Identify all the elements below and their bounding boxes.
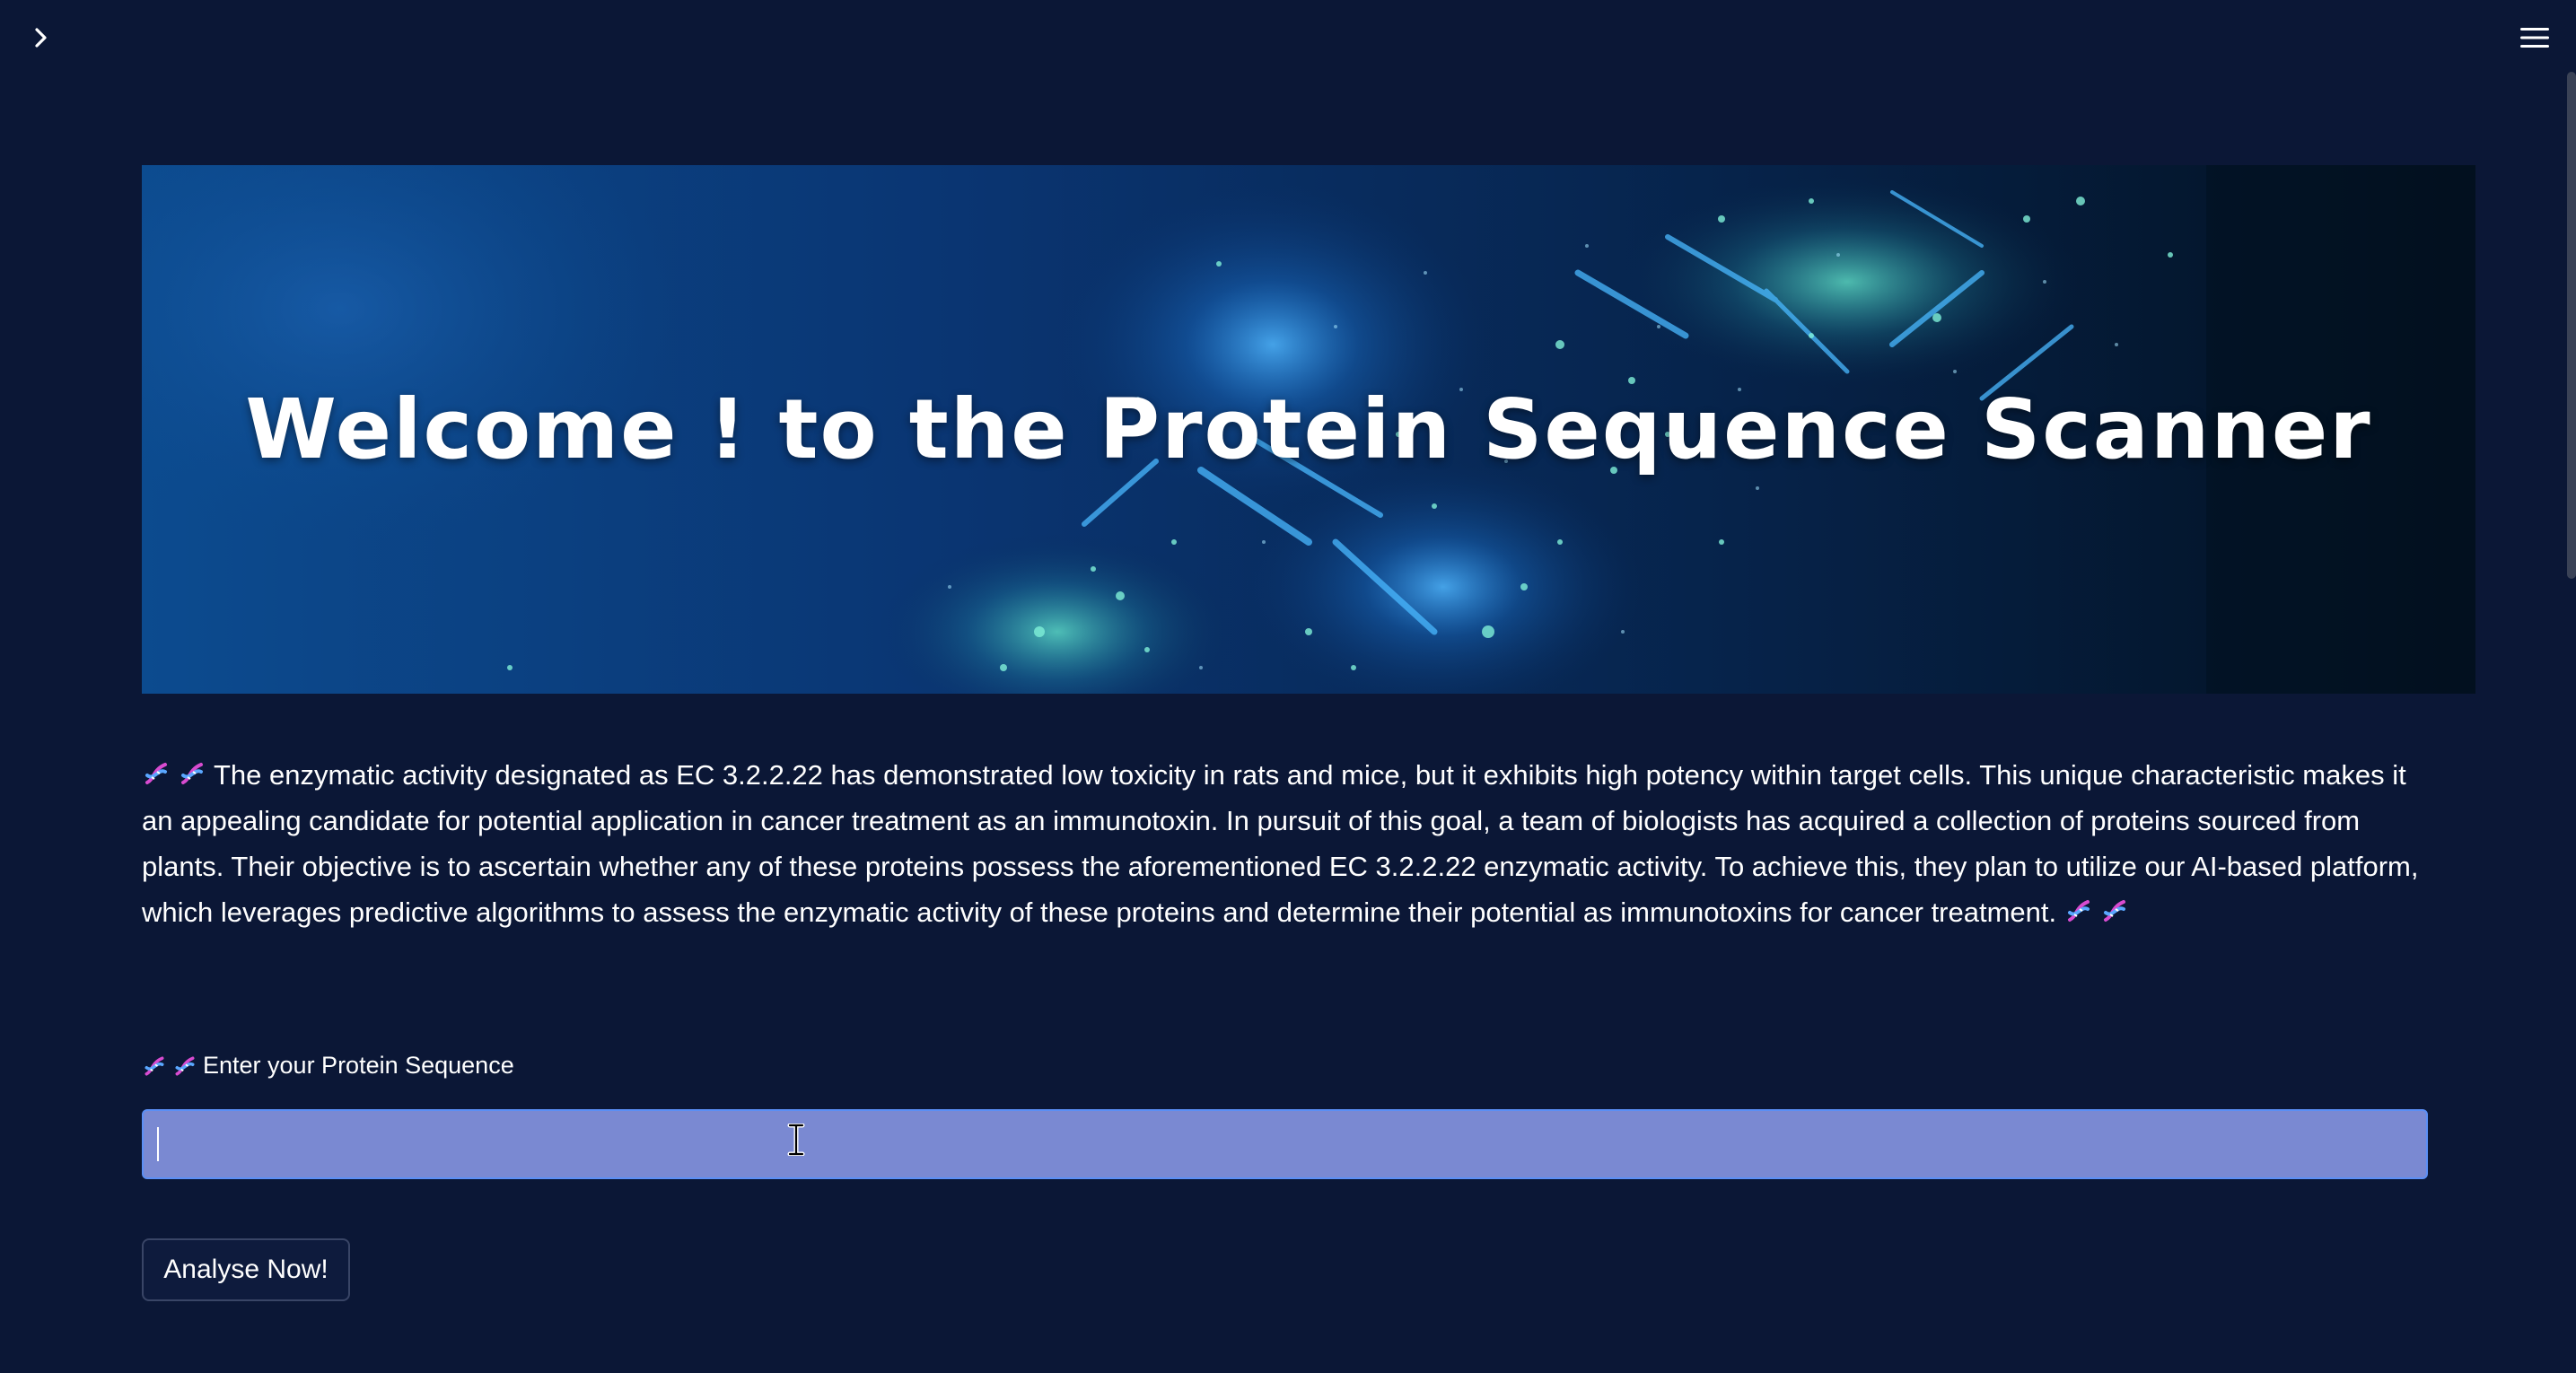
dna-helix-background-image [142, 165, 2475, 694]
dna-emoji-icon [175, 1056, 195, 1075]
ibeam-cursor-icon [787, 1124, 805, 1156]
main-menu-button[interactable] [2511, 18, 2558, 57]
chevron-right-icon [35, 28, 47, 48]
dna-emoji-icon [145, 763, 167, 784]
sequence-input-label: Enter your Protein Sequence [142, 1052, 514, 1080]
intro-description: The enzymatic activity designated as EC … [142, 752, 2440, 935]
sidebar-toggle-button[interactable] [22, 18, 61, 57]
dna-emoji-pair-start [142, 759, 214, 791]
welcome-banner: Welcome ! to the Protein Sequence Scanne… [142, 165, 2475, 694]
page-scrollbar[interactable] [2567, 72, 2576, 579]
dna-emoji-icon [2067, 900, 2090, 922]
dna-emoji-icon [145, 1056, 164, 1075]
text-caret [157, 1127, 159, 1161]
app-root: Welcome ! to the Protein Sequence Scanne… [0, 0, 2576, 1373]
hamburger-menu-icon [2520, 28, 2549, 48]
protein-sequence-input[interactable] [142, 1109, 2428, 1179]
dna-emoji-icon [2103, 900, 2125, 922]
sequence-input-label-text: Enter your Protein Sequence [203, 1052, 514, 1079]
dna-emoji-pair-end [2064, 896, 2136, 928]
analyse-now-button[interactable]: Analyse Now! [142, 1238, 350, 1301]
dna-emoji-icon [181, 763, 203, 784]
